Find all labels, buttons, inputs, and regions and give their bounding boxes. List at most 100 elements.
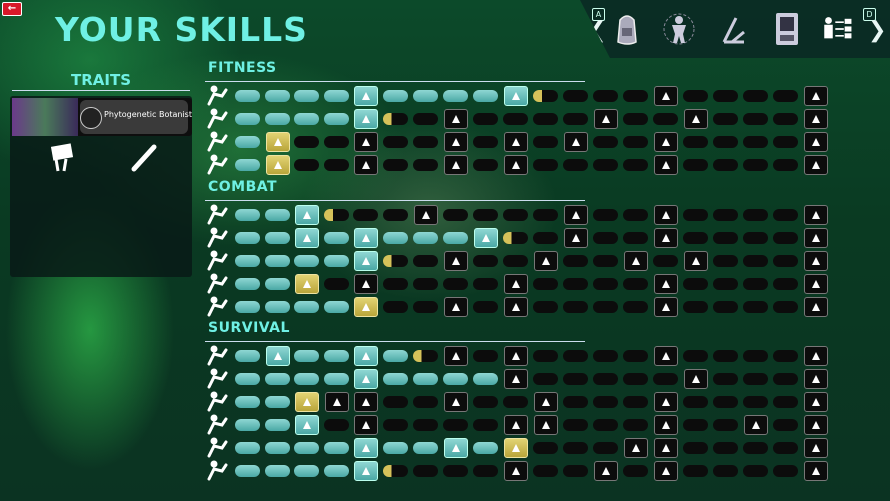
skill-row[interactable] — [0, 391, 890, 412]
perk-node[interactable] — [266, 155, 290, 175]
skill-row[interactable] — [0, 460, 890, 481]
perk-node[interactable] — [354, 251, 378, 271]
perk-node[interactable] — [804, 86, 828, 106]
perk-node[interactable] — [534, 392, 558, 412]
perk-node[interactable] — [804, 109, 828, 129]
perk-node[interactable] — [804, 132, 828, 152]
skills-tree-icon[interactable] — [820, 10, 854, 48]
perk-node[interactable] — [295, 274, 319, 294]
perk-node[interactable] — [444, 251, 468, 271]
perk-node[interactable] — [295, 228, 319, 248]
perk-node[interactable] — [654, 274, 678, 294]
perk-node[interactable] — [504, 461, 528, 481]
skill-row[interactable] — [0, 273, 890, 294]
skill-row[interactable] — [0, 85, 890, 106]
perk-node[interactable] — [654, 155, 678, 175]
skill-row[interactable] — [0, 154, 890, 175]
perk-node[interactable] — [684, 251, 708, 271]
perk-node[interactable] — [654, 346, 678, 366]
skill-row[interactable] — [0, 204, 890, 225]
perk-node[interactable] — [654, 228, 678, 248]
perk-node[interactable] — [804, 415, 828, 435]
perk-node[interactable] — [266, 132, 290, 152]
perk-node[interactable] — [804, 392, 828, 412]
perk-node[interactable] — [504, 346, 528, 366]
perk-node[interactable] — [654, 86, 678, 106]
perk-node[interactable] — [354, 274, 378, 294]
perk-node[interactable] — [684, 109, 708, 129]
skill-row[interactable] — [0, 437, 890, 458]
perk-node[interactable] — [354, 392, 378, 412]
perk-node[interactable] — [414, 205, 438, 225]
perk-node[interactable] — [534, 251, 558, 271]
skill-row[interactable] — [0, 368, 890, 389]
skill-row[interactable] — [0, 227, 890, 248]
perk-node[interactable] — [654, 132, 678, 152]
perk-node[interactable] — [354, 109, 378, 129]
perk-node[interactable] — [354, 415, 378, 435]
perk-node[interactable] — [325, 392, 349, 412]
perk-node[interactable] — [444, 438, 468, 458]
perk-node[interactable] — [804, 251, 828, 271]
perk-node[interactable] — [804, 346, 828, 366]
perk-node[interactable] — [504, 415, 528, 435]
perk-node[interactable] — [564, 205, 588, 225]
perk-node[interactable] — [624, 438, 648, 458]
perk-node[interactable] — [594, 109, 618, 129]
skill-row[interactable] — [0, 414, 890, 435]
perk-node[interactable] — [804, 369, 828, 389]
perk-node[interactable] — [624, 251, 648, 271]
perk-node[interactable] — [354, 461, 378, 481]
perk-node[interactable] — [504, 438, 528, 458]
perk-node[interactable] — [444, 155, 468, 175]
perk-node[interactable] — [266, 346, 290, 366]
perk-node[interactable] — [444, 109, 468, 129]
perk-node[interactable] — [504, 86, 528, 106]
backpack-icon[interactable] — [610, 10, 644, 48]
perk-node[interactable] — [444, 392, 468, 412]
perk-node[interactable] — [804, 205, 828, 225]
device-icon[interactable] — [770, 10, 804, 48]
perk-node[interactable] — [804, 274, 828, 294]
perk-node[interactable] — [534, 415, 558, 435]
perk-node[interactable] — [564, 228, 588, 248]
perk-node[interactable] — [354, 155, 378, 175]
perk-node[interactable] — [804, 438, 828, 458]
perk-node[interactable] — [295, 415, 319, 435]
perk-node[interactable] — [354, 346, 378, 366]
perk-node[interactable] — [804, 297, 828, 317]
perk-node[interactable] — [504, 274, 528, 294]
back-button[interactable]: ← — [2, 2, 22, 16]
perk-node[interactable] — [354, 86, 378, 106]
next-tab-arrow-icon[interactable]: ❯ — [868, 18, 886, 43]
perk-node[interactable] — [804, 155, 828, 175]
perk-node[interactable] — [295, 392, 319, 412]
perk-node[interactable] — [474, 228, 498, 248]
perk-node[interactable] — [504, 297, 528, 317]
perk-node[interactable] — [744, 415, 768, 435]
perk-node[interactable] — [594, 461, 618, 481]
perk-node[interactable] — [684, 369, 708, 389]
perk-node[interactable] — [654, 461, 678, 481]
perk-node[interactable] — [444, 297, 468, 317]
perk-node[interactable] — [804, 228, 828, 248]
perk-node[interactable] — [295, 205, 319, 225]
perk-node[interactable] — [654, 392, 678, 412]
skill-row[interactable] — [0, 131, 890, 152]
skill-row[interactable] — [0, 108, 890, 129]
perk-node[interactable] — [804, 461, 828, 481]
tools-icon[interactable] — [716, 10, 750, 48]
perk-node[interactable] — [504, 155, 528, 175]
perk-node[interactable] — [504, 132, 528, 152]
skill-row[interactable] — [0, 345, 890, 366]
perk-node[interactable] — [354, 228, 378, 248]
skill-row[interactable] — [0, 250, 890, 271]
perk-node[interactable] — [444, 346, 468, 366]
perk-node[interactable] — [354, 369, 378, 389]
body-icon[interactable] — [662, 10, 696, 48]
perk-node[interactable] — [444, 132, 468, 152]
perk-node[interactable] — [354, 132, 378, 152]
perk-node[interactable] — [354, 438, 378, 458]
perk-node[interactable] — [654, 205, 678, 225]
perk-node[interactable] — [564, 132, 588, 152]
